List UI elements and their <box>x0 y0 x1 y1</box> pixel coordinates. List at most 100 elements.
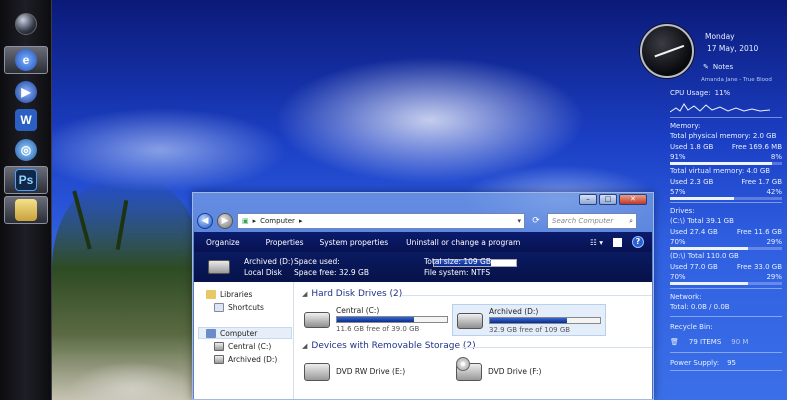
minimize-button[interactable]: – <box>579 194 597 205</box>
back-button[interactable]: ◀ <box>197 213 213 229</box>
organize-button[interactable]: Organize <box>206 238 240 247</box>
details-file-system: File system: NTFS <box>424 268 491 277</box>
power-supply: Power Supply: 95 <box>670 358 782 368</box>
drive-tile-archived-d[interactable]: Archived (D:) 32.9 GB free of 109 GB <box>452 304 606 336</box>
divider <box>670 316 782 317</box>
memory-virtual-total: Total virtual memory: 4.0 GB <box>670 167 771 175</box>
power-label: Power Supply: <box>670 359 720 367</box>
nav-item-shortcuts[interactable]: Shortcuts <box>214 303 264 312</box>
details-space-used-label: Space used: <box>294 257 340 266</box>
recycle-title: Recycle Bin: <box>670 323 713 331</box>
nav-item-libraries[interactable]: Libraries <box>206 290 252 299</box>
memory-physical-total: Total physical memory: 2.0 GB <box>670 132 777 140</box>
dock-item-photoshop[interactable]: Ps <box>4 166 48 194</box>
network-title: Network: <box>670 293 702 301</box>
help-icon[interactable]: ? <box>632 236 644 248</box>
properties-button[interactable]: Properties <box>266 238 304 247</box>
orb-icon <box>15 13 37 35</box>
dock-item-media[interactable]: ▶ <box>4 78 48 106</box>
app-dock: e ▶ W ◎ Ps <box>0 0 52 400</box>
memory-virtual-usage: Used 2.3 GB Free 1.7 GB <box>670 178 782 186</box>
computer-icon <box>206 329 216 338</box>
recycle-bin-gadget[interactable]: 🗑 79 ITEMS 90 M <box>670 337 782 347</box>
nav-item-central-c[interactable]: Central (C:) <box>214 342 271 351</box>
globe-icon: ◎ <box>15 139 37 161</box>
sidebar-gadgets: Monday 17 May, 2010 ✎ Notes Amanda Jane … <box>665 0 787 400</box>
dock-item-word[interactable]: W <box>4 106 48 134</box>
view-controls: ☷ ▾ ? <box>590 236 652 248</box>
hard-drive-icon <box>304 312 330 328</box>
shortcuts-icon <box>214 303 224 312</box>
group-hard-disk-drives[interactable]: ◢ Hard Disk Drives (2) <box>302 289 402 299</box>
notes-icon: ✎ <box>703 63 709 71</box>
nav-item-computer[interactable]: Computer <box>206 329 257 338</box>
divider <box>670 202 782 203</box>
recycle-bin-icon: 🗑 <box>670 338 679 346</box>
close-button[interactable]: ✕ <box>619 194 647 205</box>
system-properties-button[interactable]: System properties <box>320 238 389 247</box>
details-size-info: Total size: 109 GB File system: NTFS <box>424 256 491 278</box>
dock-item-globe[interactable]: ◎ <box>4 136 48 164</box>
group-removable-storage[interactable]: ◢ Devices with Removable Storage (2) <box>302 341 476 351</box>
details-pane: Archived (D:) Local Disk Space used: Spa… <box>194 252 652 282</box>
drive-c-pct: 70% 29% <box>670 238 782 246</box>
chevron-down-icon[interactable]: ▾ <box>517 217 524 225</box>
drive-icon <box>214 355 224 364</box>
command-bar: Organize Properties System properties Un… <box>194 232 652 252</box>
maximize-button[interactable]: □ <box>599 194 617 205</box>
network-total: Total: 0.0B / 0.0B <box>670 303 730 311</box>
view-options-icon[interactable]: ☷ ▾ <box>590 238 603 247</box>
drive-tile-dvd-f[interactable]: DVD Drive (F:) <box>452 357 606 389</box>
group-label: Hard Disk Drives (2) <box>311 289 403 299</box>
now-playing: Amanda Jane - True Blood <box>701 77 772 83</box>
disc-icon <box>456 357 470 371</box>
notes-gadget[interactable]: ✎ Notes <box>703 62 733 72</box>
divider <box>670 117 782 118</box>
address-bar[interactable]: ▣ ▸ Computer ▸ ▾ <box>237 213 525 229</box>
forward-button[interactable]: ▶ <box>217 213 233 229</box>
drive-d-bar <box>670 282 782 285</box>
nav-label: Computer <box>220 329 258 338</box>
browser-icon: e <box>15 49 37 71</box>
search-icon: ⌕ <box>629 216 633 225</box>
memory-physical-pct: 91% 8% <box>670 153 782 161</box>
refresh-icon[interactable]: ⟳ <box>529 214 543 228</box>
cpu-value: 11% <box>714 89 731 97</box>
cpu-label: CPU Usage: <box>670 89 711 97</box>
uninstall-program-button[interactable]: Uninstall or change a program <box>406 238 520 247</box>
drive-c-bar <box>670 247 782 250</box>
drive-tile-central-c[interactable]: Central (C:) 11.6 GB free of 39.0 GB <box>300 304 454 336</box>
drive-d-total: (D:\) Total 110.0 GB <box>670 252 739 260</box>
library-icon <box>206 290 216 299</box>
drive-usage-bar <box>336 316 448 323</box>
explorer-window: – □ ✕ ◀ ▶ ▣ ▸ Computer ▸ ▾ ⟳ Search Comp… <box>192 192 654 400</box>
drive-free-space: 11.6 GB free of 39.0 GB <box>336 325 420 333</box>
navigation-pane: Libraries Shortcuts Computer Central (C:… <box>194 282 294 399</box>
recycle-size: 90 M <box>731 338 749 346</box>
nav-item-archived-d[interactable]: Archived (D:) <box>214 355 277 364</box>
drive-name: Archived (D:) <box>489 307 539 316</box>
dock-orb-button[interactable] <box>4 10 48 38</box>
dock-item-browser[interactable]: e <box>4 46 48 74</box>
breadcrumb-sep: ▸ <box>298 217 303 225</box>
content-pane: ◢ Hard Disk Drives (2) Central (C:) 11.6… <box>294 282 652 399</box>
drive-tile-dvd-rw-e[interactable]: DVD RW Drive (E:) <box>300 357 454 389</box>
power-value: 95 <box>727 359 737 367</box>
memory-virtual-bar <box>670 197 782 200</box>
media-player-icon: ▶ <box>15 81 37 103</box>
details-space-info: Space used: Space free: 32.9 GB <box>294 256 517 278</box>
search-input[interactable]: Search Computer ⌕ <box>547 213 637 229</box>
navigation-bar: ◀ ▶ ▣ ▸ Computer ▸ ▾ ⟳ Search Computer ⌕ <box>197 212 649 230</box>
drive-name: DVD RW Drive (E:) <box>336 367 406 376</box>
day-label: Monday <box>705 32 735 41</box>
memory-title: Memory: <box>670 122 701 130</box>
preview-pane-icon[interactable] <box>613 237 622 247</box>
window-controls: – □ ✕ <box>579 194 647 205</box>
dock-item-explorer[interactable] <box>4 196 48 224</box>
breadcrumb-computer[interactable]: Computer <box>260 217 295 225</box>
memory-physical-bar <box>670 162 782 165</box>
group-label: Devices with Removable Storage (2) <box>311 341 476 351</box>
folder-icon <box>15 199 37 221</box>
breadcrumb-sep: ▸ <box>252 217 257 225</box>
date-label: 17 May, 2010 <box>707 44 759 53</box>
